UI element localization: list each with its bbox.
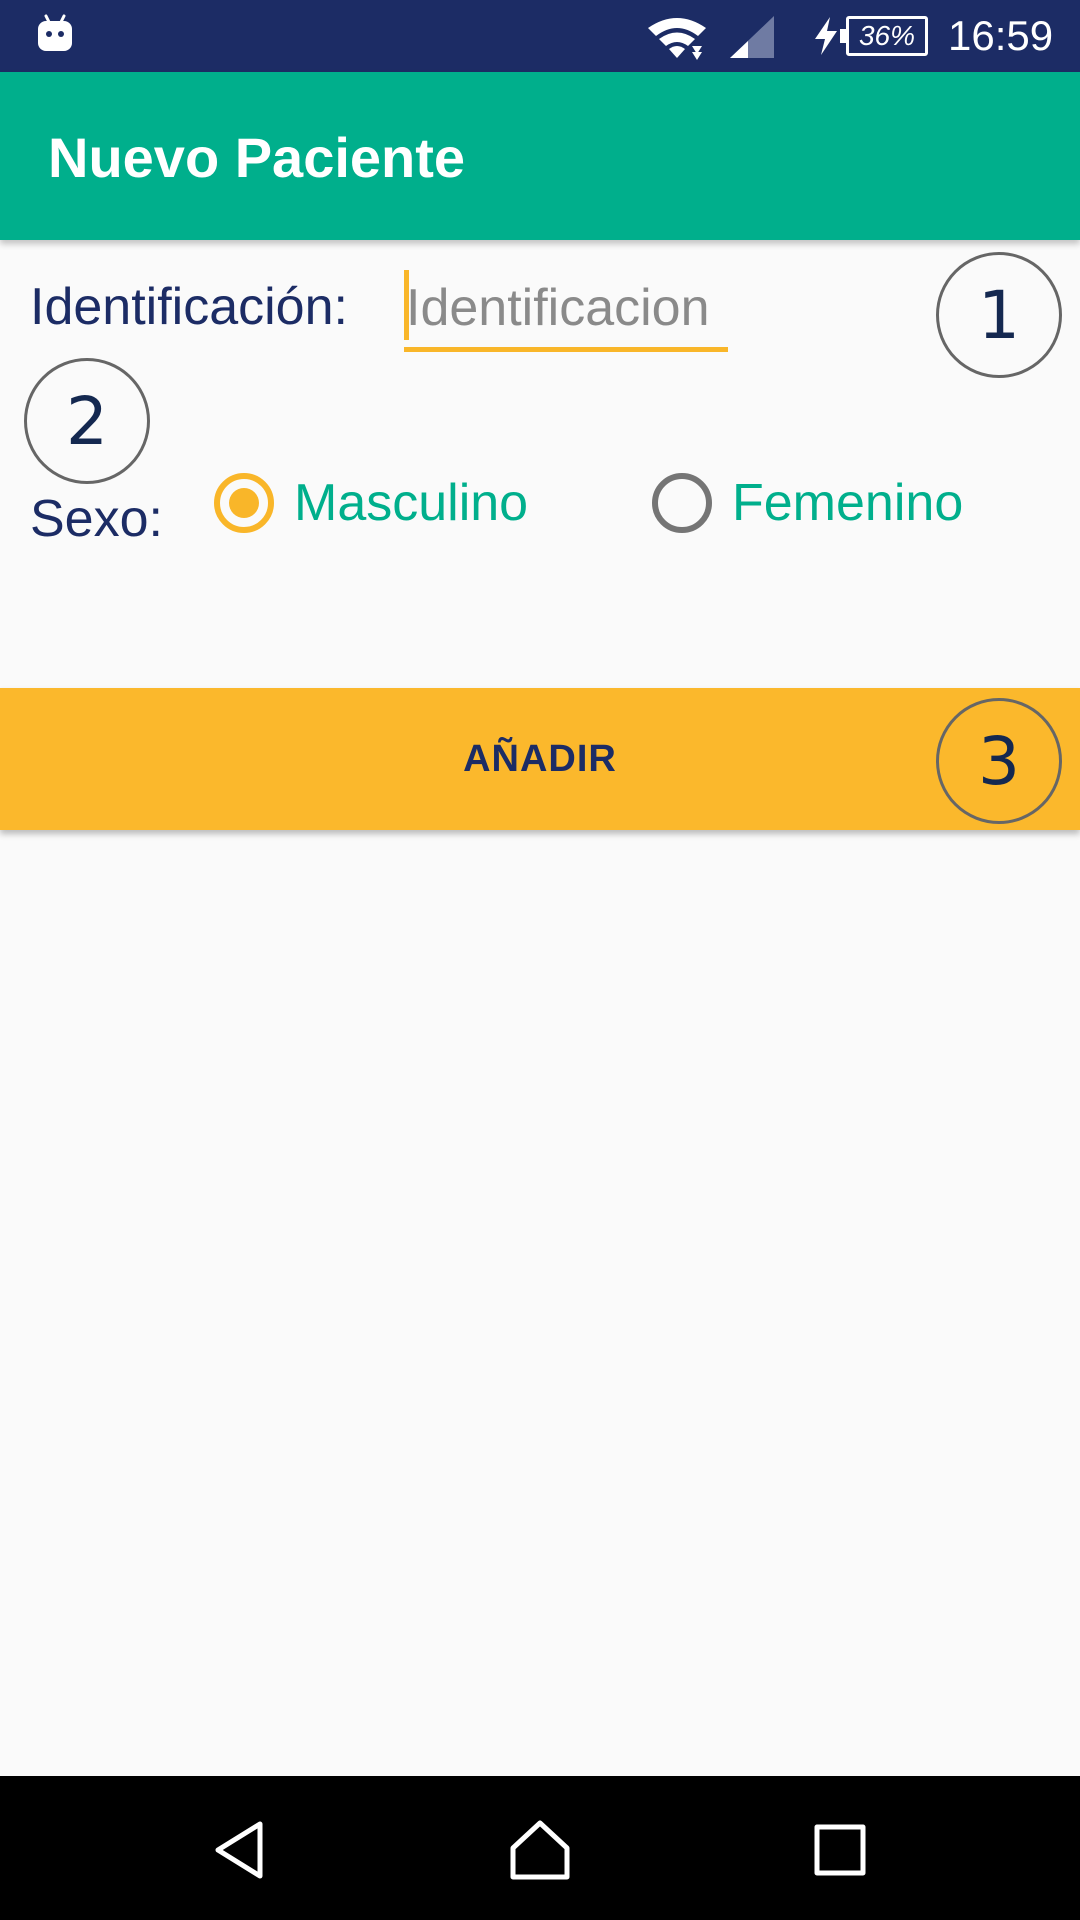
sexo-label: Sexo: — [30, 490, 163, 548]
battery-percent: 36% — [858, 20, 916, 51]
android-icon — [38, 14, 72, 51]
charging-icon — [815, 17, 837, 55]
app-bar: Nuevo Paciente — [0, 72, 1080, 240]
annotation-marker-3: 3 — [936, 698, 1062, 824]
status-time: 16:59 — [948, 12, 1054, 59]
back-icon[interactable] — [208, 1818, 272, 1882]
radio-unchecked-icon[interactable] — [652, 473, 712, 533]
home-icon[interactable] — [508, 1818, 572, 1882]
annotation-marker-1: 1 — [936, 252, 1062, 378]
radio-masculino[interactable]: Masculino — [214, 472, 528, 534]
annotation-marker-2: 2 — [24, 358, 150, 484]
recents-icon[interactable] — [808, 1818, 872, 1882]
text-cursor — [404, 270, 409, 340]
signal-icon — [730, 16, 774, 58]
add-button[interactable]: AÑADIR — [0, 688, 1080, 830]
battery-icon: 36% — [840, 16, 928, 56]
radio-checked-icon[interactable] — [214, 473, 274, 533]
wifi-icon — [648, 18, 706, 60]
navigation-bar — [0, 1776, 1080, 1920]
identificacion-label: Identificación: — [30, 278, 348, 336]
identificacion-input[interactable] — [404, 268, 728, 352]
radio-femenino[interactable]: Femenino — [652, 472, 963, 534]
radio-masculino-label: Masculino — [294, 474, 529, 532]
status-bar: 36% 16:59 — [0, 0, 1080, 72]
page-title: Nuevo Paciente — [48, 126, 466, 189]
radio-femenino-label: Femenino — [732, 474, 964, 532]
